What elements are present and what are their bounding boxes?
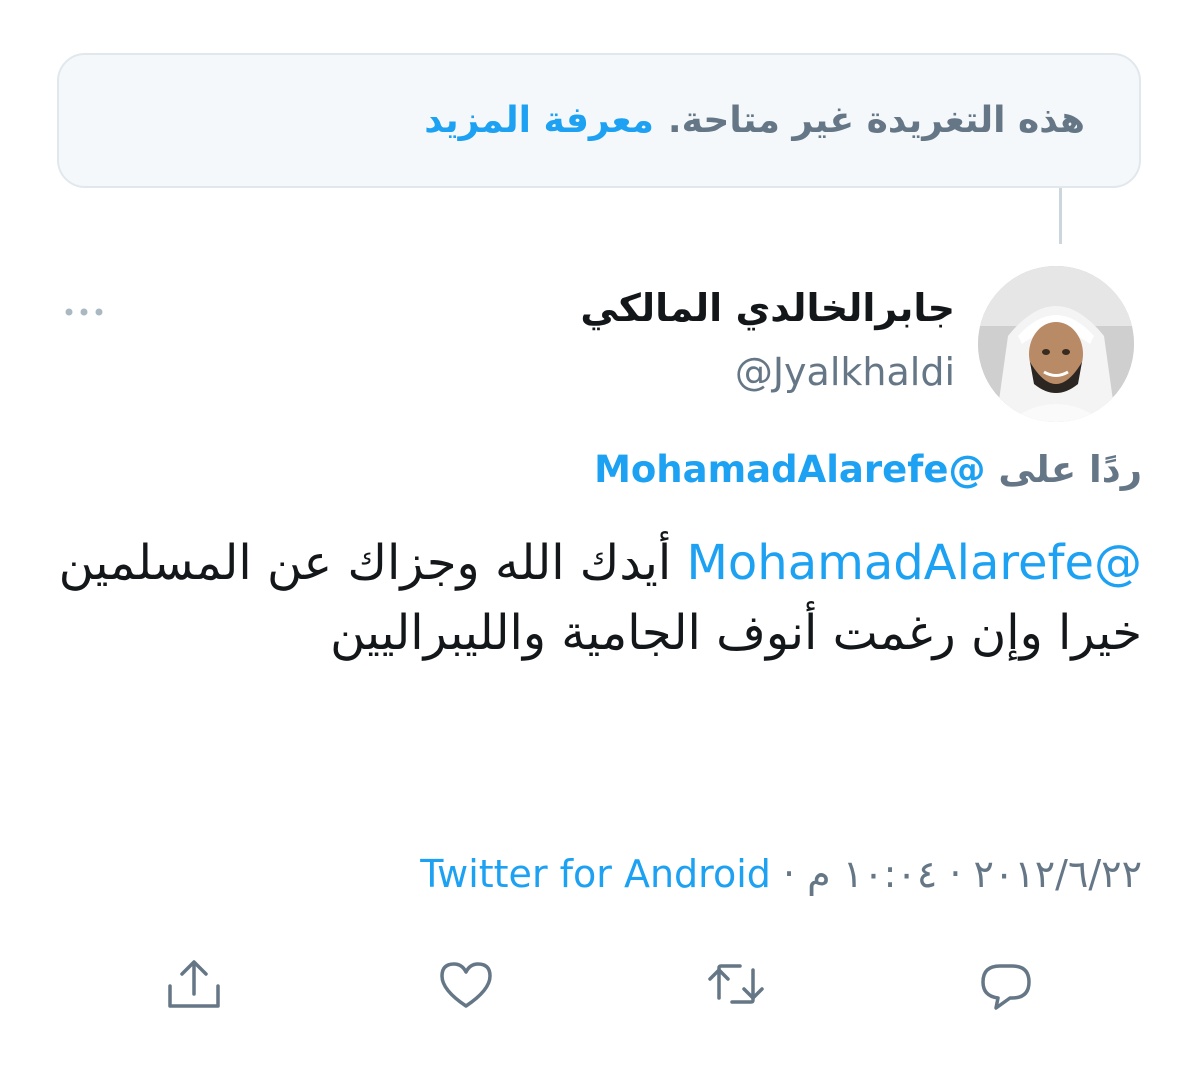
- tweet-meta: ٢٠١٢/٦/٢٢ · ١٠:٠٤ م · Twitter for Androi…: [420, 852, 1142, 896]
- author-display-name[interactable]: جابرالخالدي المالكي: [580, 286, 955, 330]
- replying-to: ردًا على @MohamadAlarefe: [594, 448, 1142, 491]
- tweet-text: @MohamadAlarefe أيدك الله وجزاك عن المسل…: [52, 528, 1142, 668]
- thread-connector-line: [1059, 188, 1062, 244]
- share-button[interactable]: [164, 954, 224, 1014]
- tweet-source-link[interactable]: Twitter for Android: [420, 852, 771, 896]
- profile-photo-icon: [978, 266, 1134, 422]
- learn-more-link[interactable]: معرفة المزيد: [424, 100, 654, 141]
- unavailable-tweet-notice: هذه التغريدة غير متاحة. معرفة المزيد: [57, 53, 1141, 188]
- replying-to-label: ردًا على: [998, 448, 1142, 491]
- tweet-time: ١٠:٠٤ م: [807, 852, 938, 896]
- heart-icon: [440, 962, 492, 1008]
- meta-separator: ·: [949, 852, 962, 896]
- avatar[interactable]: [978, 266, 1134, 422]
- more-options-icon[interactable]: [60, 300, 108, 324]
- tweet-mention[interactable]: @MohamadAlarefe: [687, 535, 1142, 591]
- replying-to-handle[interactable]: @MohamadAlarefe: [594, 448, 985, 491]
- tweet-date: ٢٠١٢/٦/٢٢: [973, 852, 1142, 896]
- retweet-button[interactable]: [706, 954, 766, 1014]
- author-handle[interactable]: @Jyalkhaldi: [735, 350, 955, 394]
- retweet-icon: [708, 964, 764, 1004]
- speech-bubble-icon: [981, 964, 1031, 1010]
- tweet-actions: [0, 946, 1200, 1026]
- meta-separator: ·: [782, 852, 796, 896]
- share-icon: [168, 960, 220, 1008]
- unavailable-text: هذه التغريدة غير متاحة.: [667, 100, 1085, 141]
- like-button[interactable]: [436, 954, 496, 1014]
- reply-button[interactable]: [976, 954, 1036, 1014]
